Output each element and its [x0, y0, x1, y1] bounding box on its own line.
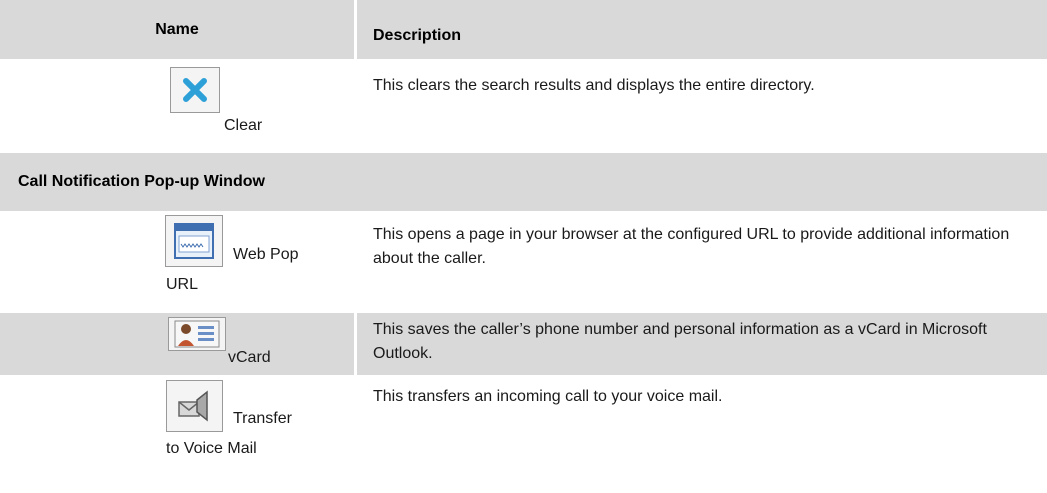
table-row-vcard: vCard This saves the caller’s phone numb…: [0, 313, 1047, 377]
vcard-label: vCard: [228, 349, 271, 366]
table-header: Name Description: [0, 0, 1047, 61]
transfer-description: This transfers an incoming call to your …: [354, 377, 1047, 487]
transfer-label-line2: to Voice Mail: [166, 440, 257, 457]
name-cell: vCard: [0, 313, 354, 375]
vcard-contact-icon[interactable]: [168, 317, 226, 351]
section-heading: Call Notification Pop-up Window: [0, 153, 1047, 213]
web-page-icon[interactable]: [165, 215, 223, 267]
clear-description: This clears the search results and displ…: [354, 61, 1047, 151]
help-table: Name Description Clear This clears the s…: [0, 0, 1047, 487]
table-row-clear: Clear This clears the search results and…: [0, 61, 1047, 153]
transfer-label-line1: Transfer: [233, 410, 292, 427]
web-pop-label-line1: Web Pop: [233, 246, 299, 263]
table-row-transfer-voice-mail: Transfer to Voice Mail This transfers an…: [0, 377, 1047, 487]
table-row-web-pop-url: Web Pop URL This opens a page in your br…: [0, 213, 1047, 313]
web-pop-description: This opens a page in your browser at the…: [354, 213, 1047, 311]
clear-x-icon[interactable]: [170, 67, 220, 113]
name-cell: Web Pop URL: [0, 213, 354, 311]
name-cell: Transfer to Voice Mail: [0, 377, 354, 487]
web-pop-label-line2: URL: [166, 276, 199, 293]
header-name: Name: [155, 20, 199, 38]
voicemail-transfer-icon[interactable]: [166, 380, 223, 432]
name-cell: Clear: [0, 61, 354, 151]
vcard-description: This saves the caller’s phone number and…: [354, 313, 1047, 375]
clear-label: Clear: [224, 117, 263, 134]
header-description: Description: [354, 0, 1047, 59]
